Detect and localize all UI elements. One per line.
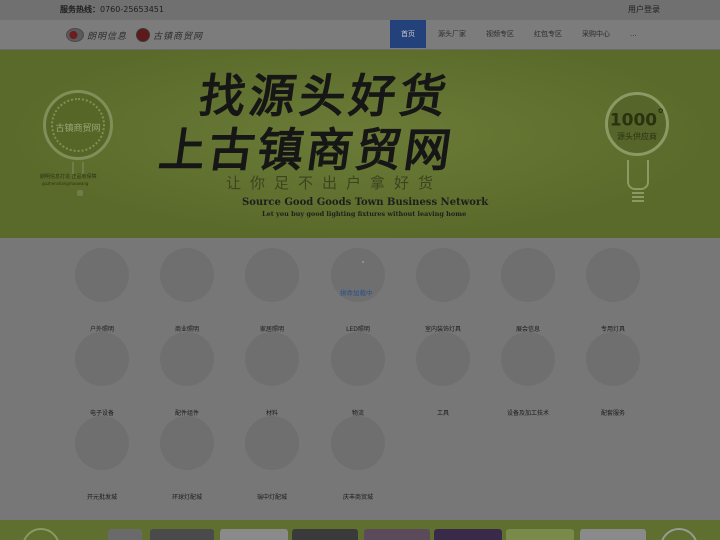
category-image-placeholder[interactable] xyxy=(160,248,214,302)
left-badge-text: 古镇商贸网 xyxy=(55,124,101,134)
category-item[interactable]: 工具 xyxy=(413,332,473,417)
category-image-placeholder[interactable] xyxy=(331,416,385,470)
bottom-thumbnail[interactable] xyxy=(220,529,288,540)
category-image-placeholder[interactable] xyxy=(416,248,470,302)
category-label[interactable]: 瑞中灯配城 xyxy=(222,492,322,501)
category-image-placeholder[interactable] xyxy=(586,248,640,302)
light-bulb-icon xyxy=(627,160,649,190)
left-badge: 古镇商贸网 xyxy=(43,90,113,160)
category-image-placeholder[interactable] xyxy=(331,332,385,386)
right-badge-text: 源头供应商 xyxy=(617,132,657,141)
banner-english-subtitle: Let you buy good lighting fixtures witho… xyxy=(262,210,467,218)
user-login-link[interactable]: 用户登录 xyxy=(628,4,660,15)
category-item[interactable]: 户外照明 xyxy=(72,248,132,333)
category-image-placeholder[interactable] xyxy=(245,416,299,470)
nav-item-purchase-center[interactable]: 采购中心 xyxy=(574,20,618,48)
category-label[interactable]: 庆丰商贸城 xyxy=(308,492,408,501)
bottom-left-badge-icon xyxy=(22,528,60,540)
main-nav: 首页 源头厂家 视频专区 红包专区 采购中心 ... xyxy=(390,20,649,50)
category-item[interactable]: 商业照明 xyxy=(157,248,217,333)
category-image-placeholder[interactable] xyxy=(245,332,299,386)
category-item[interactable]: 配套服务 xyxy=(583,332,643,417)
brand-logo-icon xyxy=(66,28,84,42)
category-item[interactable]: 设备及加工技术 xyxy=(498,332,558,417)
category-item[interactable]: 物流 xyxy=(328,332,388,417)
bottom-thumbnail[interactable] xyxy=(292,529,358,540)
bulb-base-icon xyxy=(77,190,83,196)
left-badge-subcaption: guzhenshangmaowang xyxy=(42,181,89,186)
category-image-placeholder[interactable] xyxy=(75,248,129,302)
nav-item-red-packet-zone[interactable]: 红包专区 xyxy=(526,20,570,48)
banner-english-title: Source Good Goods Town Business Network xyxy=(242,197,489,208)
category-item[interactable]: 开元批发城 xyxy=(72,416,132,501)
category-image-placeholder[interactable] xyxy=(501,332,555,386)
bottom-banner-strip xyxy=(0,520,720,540)
nav-item-source-factories[interactable]: 源头厂家 xyxy=(430,20,474,48)
category-label[interactable]: 配套服务 xyxy=(563,408,663,417)
hotline-number: 0760-25653451 xyxy=(100,5,164,14)
bottom-thumbnail[interactable] xyxy=(108,529,142,540)
brand-logo[interactable]: 朗明信息 xyxy=(66,26,127,44)
category-image-placeholder[interactable] xyxy=(160,332,214,386)
category-image-placeholder[interactable] xyxy=(245,248,299,302)
site-header: 朗明信息 古镇商贸网 首页 源头厂家 视频专区 红包专区 采购中心 ... xyxy=(0,20,720,50)
category-image-placeholder[interactable] xyxy=(75,332,129,386)
bottom-thumbnail[interactable] xyxy=(150,529,214,540)
nav-item-more[interactable]: ... xyxy=(622,20,645,48)
category-image-placeholder[interactable] xyxy=(416,332,470,386)
bottom-thumbnail[interactable] xyxy=(434,529,502,540)
right-badge-number: 1000° xyxy=(609,107,665,131)
loading-text: 拼命加载中 xyxy=(340,289,373,297)
category-item[interactable]: 专用灯具 xyxy=(583,248,643,333)
bottom-thumbnail[interactable] xyxy=(580,529,646,540)
category-item[interactable]: 室内装饰灯具 xyxy=(413,248,473,333)
category-item[interactable]: 瑞中灯配城 xyxy=(242,416,302,501)
hero-banner[interactable]: 古镇商贸网 朗明信息打造 正品有保障 guzhenshangmaowang 找源… xyxy=(0,50,720,238)
category-item[interactable]: 家居照明 xyxy=(242,248,302,333)
guzhen-logo-text: 古镇商贸网 xyxy=(153,31,204,42)
category-item[interactable]: 庆丰商贸城 xyxy=(328,416,388,501)
hotline-label: 服务热线： xyxy=(60,5,100,14)
banner-slogan: 让你足不出户拿好货 xyxy=(226,174,443,192)
category-item[interactable]: 配件组件 xyxy=(157,332,217,417)
bottom-thumbnail[interactable] xyxy=(364,529,430,540)
category-item[interactable]: 展会信息 xyxy=(498,248,558,333)
nav-item-video-zone[interactable]: 视频专区 xyxy=(478,20,522,48)
guzhen-logo[interactable]: 古镇商贸网 xyxy=(136,26,203,44)
banner-headline-line2: 上古镇商贸网 xyxy=(155,123,458,177)
bottom-thumbnail[interactable] xyxy=(506,529,574,540)
category-image-placeholder[interactable] xyxy=(160,416,214,470)
category-image-placeholder[interactable] xyxy=(586,332,640,386)
category-image-placeholder[interactable] xyxy=(75,416,129,470)
loading-spinner-icon xyxy=(362,261,364,263)
guzhen-logo-icon xyxy=(136,28,150,42)
nav-item-home[interactable]: 首页 xyxy=(390,20,426,48)
category-image-placeholder[interactable] xyxy=(501,248,555,302)
category-item[interactable]: 材料 xyxy=(242,332,302,417)
brand-logo-text: 朗明信息 xyxy=(87,31,128,42)
right-badge: 1000° 源头供应商 xyxy=(605,92,669,156)
top-utility-bar: 服务热线：0760-25653451 用户登录 xyxy=(0,0,720,20)
service-hotline: 服务热线：0760-25653451 xyxy=(60,4,164,15)
bottom-right-badge-icon xyxy=(660,528,698,540)
left-badge-caption: 朗明信息打造 正品有保障 xyxy=(40,174,97,180)
category-item[interactable]: 环球灯配城 xyxy=(157,416,217,501)
category-item[interactable]: 电子设备 xyxy=(72,332,132,417)
bulb-base-icon xyxy=(632,192,644,204)
